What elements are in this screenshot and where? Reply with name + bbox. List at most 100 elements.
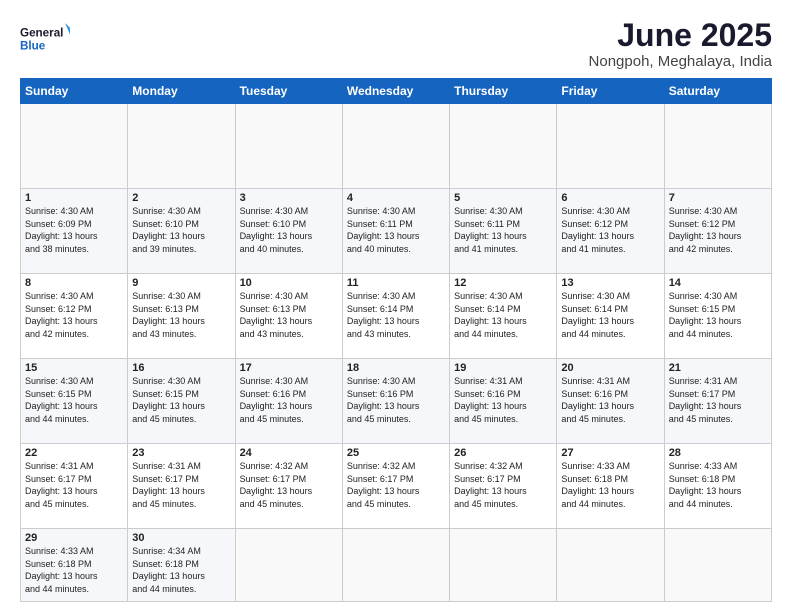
col-wednesday: Wednesday bbox=[342, 79, 449, 104]
logo-svg: General Blue bbox=[20, 18, 70, 58]
table-cell: 7Sunrise: 4:30 AM Sunset: 6:12 PM Daylig… bbox=[664, 189, 771, 274]
cell-content: Sunrise: 4:33 AM Sunset: 6:18 PM Dayligh… bbox=[669, 460, 767, 510]
day-number: 7 bbox=[669, 192, 767, 204]
table-cell: 20Sunrise: 4:31 AM Sunset: 6:16 PM Dayli… bbox=[557, 359, 664, 444]
cell-content: Sunrise: 4:30 AM Sunset: 6:15 PM Dayligh… bbox=[132, 375, 230, 425]
cell-content: Sunrise: 4:30 AM Sunset: 6:12 PM Dayligh… bbox=[25, 290, 123, 340]
header: General Blue June 2025 Nongpoh, Meghalay… bbox=[20, 18, 772, 70]
cell-content: Sunrise: 4:30 AM Sunset: 6:14 PM Dayligh… bbox=[454, 290, 552, 340]
day-number: 11 bbox=[347, 277, 445, 289]
table-cell: 21Sunrise: 4:31 AM Sunset: 6:17 PM Dayli… bbox=[664, 359, 771, 444]
calendar-title: June 2025 bbox=[589, 18, 772, 53]
cell-content: Sunrise: 4:30 AM Sunset: 6:13 PM Dayligh… bbox=[132, 290, 230, 340]
day-number: 23 bbox=[132, 447, 230, 459]
day-number: 9 bbox=[132, 277, 230, 289]
table-cell: 15Sunrise: 4:30 AM Sunset: 6:15 PM Dayli… bbox=[21, 359, 128, 444]
day-number: 15 bbox=[25, 362, 123, 374]
day-number: 1 bbox=[25, 192, 123, 204]
col-sunday: Sunday bbox=[21, 79, 128, 104]
day-number: 22 bbox=[25, 447, 123, 459]
page: General Blue June 2025 Nongpoh, Meghalay… bbox=[0, 0, 792, 612]
day-number: 12 bbox=[454, 277, 552, 289]
table-cell bbox=[557, 104, 664, 189]
day-number: 14 bbox=[669, 277, 767, 289]
day-number: 25 bbox=[347, 447, 445, 459]
cell-content: Sunrise: 4:33 AM Sunset: 6:18 PM Dayligh… bbox=[25, 545, 123, 595]
cell-content: Sunrise: 4:30 AM Sunset: 6:14 PM Dayligh… bbox=[347, 290, 445, 340]
cell-content: Sunrise: 4:30 AM Sunset: 6:15 PM Dayligh… bbox=[25, 375, 123, 425]
col-tuesday: Tuesday bbox=[235, 79, 342, 104]
table-cell bbox=[235, 529, 342, 602]
calendar-subtitle: Nongpoh, Meghalaya, India bbox=[589, 53, 772, 70]
cell-content: Sunrise: 4:30 AM Sunset: 6:16 PM Dayligh… bbox=[240, 375, 338, 425]
table-cell bbox=[557, 529, 664, 602]
day-number: 10 bbox=[240, 277, 338, 289]
day-number: 5 bbox=[454, 192, 552, 204]
table-cell: 23Sunrise: 4:31 AM Sunset: 6:17 PM Dayli… bbox=[128, 444, 235, 529]
col-monday: Monday bbox=[128, 79, 235, 104]
day-number: 16 bbox=[132, 362, 230, 374]
cell-content: Sunrise: 4:30 AM Sunset: 6:15 PM Dayligh… bbox=[669, 290, 767, 340]
cell-content: Sunrise: 4:31 AM Sunset: 6:17 PM Dayligh… bbox=[25, 460, 123, 510]
cell-content: Sunrise: 4:32 AM Sunset: 6:17 PM Dayligh… bbox=[454, 460, 552, 510]
day-number: 3 bbox=[240, 192, 338, 204]
day-number: 21 bbox=[669, 362, 767, 374]
table-cell bbox=[342, 529, 449, 602]
cell-content: Sunrise: 4:30 AM Sunset: 6:10 PM Dayligh… bbox=[240, 205, 338, 255]
cell-content: Sunrise: 4:31 AM Sunset: 6:17 PM Dayligh… bbox=[669, 375, 767, 425]
day-number: 30 bbox=[132, 532, 230, 544]
table-cell bbox=[21, 104, 128, 189]
table-cell bbox=[450, 104, 557, 189]
table-cell: 6Sunrise: 4:30 AM Sunset: 6:12 PM Daylig… bbox=[557, 189, 664, 274]
cell-content: Sunrise: 4:30 AM Sunset: 6:09 PM Dayligh… bbox=[25, 205, 123, 255]
table-cell: 22Sunrise: 4:31 AM Sunset: 6:17 PM Dayli… bbox=[21, 444, 128, 529]
table-cell: 18Sunrise: 4:30 AM Sunset: 6:16 PM Dayli… bbox=[342, 359, 449, 444]
table-cell: 11Sunrise: 4:30 AM Sunset: 6:14 PM Dayli… bbox=[342, 274, 449, 359]
day-number: 6 bbox=[561, 192, 659, 204]
table-cell: 14Sunrise: 4:30 AM Sunset: 6:15 PM Dayli… bbox=[664, 274, 771, 359]
cell-content: Sunrise: 4:30 AM Sunset: 6:12 PM Dayligh… bbox=[669, 205, 767, 255]
cell-content: Sunrise: 4:30 AM Sunset: 6:10 PM Dayligh… bbox=[132, 205, 230, 255]
table-cell: 16Sunrise: 4:30 AM Sunset: 6:15 PM Dayli… bbox=[128, 359, 235, 444]
table-cell: 24Sunrise: 4:32 AM Sunset: 6:17 PM Dayli… bbox=[235, 444, 342, 529]
day-number: 20 bbox=[561, 362, 659, 374]
day-number: 13 bbox=[561, 277, 659, 289]
day-number: 28 bbox=[669, 447, 767, 459]
table-cell bbox=[342, 104, 449, 189]
cell-content: Sunrise: 4:30 AM Sunset: 6:11 PM Dayligh… bbox=[454, 205, 552, 255]
cell-content: Sunrise: 4:30 AM Sunset: 6:16 PM Dayligh… bbox=[347, 375, 445, 425]
table-cell: 28Sunrise: 4:33 AM Sunset: 6:18 PM Dayli… bbox=[664, 444, 771, 529]
day-number: 8 bbox=[25, 277, 123, 289]
table-cell: 1Sunrise: 4:30 AM Sunset: 6:09 PM Daylig… bbox=[21, 189, 128, 274]
cell-content: Sunrise: 4:31 AM Sunset: 6:16 PM Dayligh… bbox=[454, 375, 552, 425]
table-cell: 25Sunrise: 4:32 AM Sunset: 6:17 PM Dayli… bbox=[342, 444, 449, 529]
table-cell bbox=[664, 104, 771, 189]
cell-content: Sunrise: 4:30 AM Sunset: 6:11 PM Dayligh… bbox=[347, 205, 445, 255]
col-saturday: Saturday bbox=[664, 79, 771, 104]
day-number: 2 bbox=[132, 192, 230, 204]
table-cell bbox=[235, 104, 342, 189]
calendar-table: Sunday Monday Tuesday Wednesday Thursday… bbox=[20, 78, 772, 602]
title-block: June 2025 Nongpoh, Meghalaya, India bbox=[589, 18, 772, 70]
day-number: 24 bbox=[240, 447, 338, 459]
cell-content: Sunrise: 4:30 AM Sunset: 6:12 PM Dayligh… bbox=[561, 205, 659, 255]
day-number: 17 bbox=[240, 362, 338, 374]
table-cell bbox=[664, 529, 771, 602]
svg-text:General: General bbox=[20, 26, 63, 39]
table-cell: 5Sunrise: 4:30 AM Sunset: 6:11 PM Daylig… bbox=[450, 189, 557, 274]
table-cell: 27Sunrise: 4:33 AM Sunset: 6:18 PM Dayli… bbox=[557, 444, 664, 529]
cell-content: Sunrise: 4:33 AM Sunset: 6:18 PM Dayligh… bbox=[561, 460, 659, 510]
day-number: 27 bbox=[561, 447, 659, 459]
table-cell: 10Sunrise: 4:30 AM Sunset: 6:13 PM Dayli… bbox=[235, 274, 342, 359]
cell-content: Sunrise: 4:31 AM Sunset: 6:17 PM Dayligh… bbox=[132, 460, 230, 510]
svg-text:Blue: Blue bbox=[20, 40, 46, 53]
day-number: 29 bbox=[25, 532, 123, 544]
logo: General Blue bbox=[20, 18, 70, 58]
cell-content: Sunrise: 4:32 AM Sunset: 6:17 PM Dayligh… bbox=[347, 460, 445, 510]
table-cell bbox=[128, 104, 235, 189]
col-friday: Friday bbox=[557, 79, 664, 104]
table-cell: 4Sunrise: 4:30 AM Sunset: 6:11 PM Daylig… bbox=[342, 189, 449, 274]
table-cell: 8Sunrise: 4:30 AM Sunset: 6:12 PM Daylig… bbox=[21, 274, 128, 359]
cell-content: Sunrise: 4:34 AM Sunset: 6:18 PM Dayligh… bbox=[132, 545, 230, 595]
cell-content: Sunrise: 4:30 AM Sunset: 6:13 PM Dayligh… bbox=[240, 290, 338, 340]
